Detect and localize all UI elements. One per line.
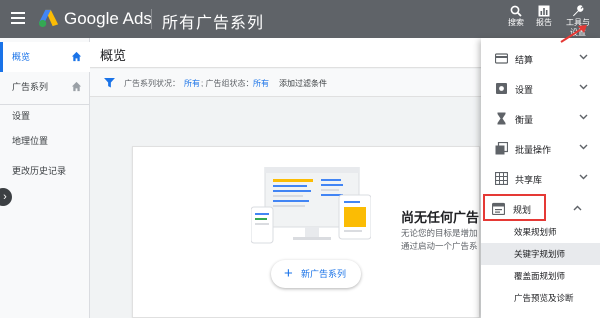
- menu-item-label: 衡量: [515, 115, 534, 125]
- chevron-down-icon: [579, 114, 588, 120]
- nav-item-label: 更改历史记录: [12, 166, 67, 176]
- chevron-down-icon: [579, 84, 588, 90]
- settings-icon: [496, 83, 507, 94]
- nav-item-campaigns[interactable]: 广告系列: [0, 72, 90, 102]
- menu-item-label: 共享库: [515, 175, 543, 185]
- menu-item-planning[interactable]: 规划: [483, 194, 546, 221]
- chevron-down-icon: [579, 174, 588, 180]
- filter-icon[interactable]: [104, 78, 115, 88]
- submenu-ad-preview-diagnosis[interactable]: 广告预览及诊断: [481, 287, 600, 309]
- nav-item-label: 地理位置: [12, 136, 49, 146]
- account-campaign-title: 所有广告系列: [162, 15, 265, 32]
- bar-chart-icon: [538, 5, 550, 17]
- search-icon: [510, 5, 522, 17]
- add-filter-link[interactable]: 添加过滤条件: [279, 78, 327, 89]
- menu-item-label: 规划: [513, 205, 532, 215]
- chevron-down-icon: [579, 54, 588, 60]
- hamburger-menu-icon[interactable]: [11, 12, 25, 24]
- empty-state-title: 尚无任何广告系: [401, 210, 480, 225]
- menu-item-label: 设置: [515, 85, 534, 95]
- wrench-icon: [573, 5, 584, 17]
- copy-icon: [495, 142, 508, 155]
- menu-item-billing[interactable]: 结算: [481, 44, 600, 73]
- submenu-keyword-planner[interactable]: 关键字规划师: [481, 243, 600, 265]
- menu-item-label: 批量操作: [515, 145, 552, 155]
- adgroup-status-value[interactable]: 所有: [253, 78, 269, 89]
- menu-item-label: 结算: [515, 55, 534, 65]
- home-icon: [71, 81, 82, 92]
- chevron-right-icon: ›: [3, 191, 7, 203]
- left-navigation: 概览 广告系列 设置 地理位置 更改历史记录: [0, 38, 90, 318]
- home-icon: [71, 51, 82, 62]
- page-title: 概览: [100, 48, 127, 63]
- empty-state-card: 尚无任何广告系 无论您的目标是增加 通过启动一个广告系 + 新广告系列: [132, 146, 480, 318]
- menu-item-shared-library[interactable]: 共享库: [481, 164, 600, 193]
- empty-state-description: 无论您的目标是增加 通过启动一个广告系: [401, 227, 478, 253]
- devices-illustration: [251, 167, 371, 244]
- description-line: 通过启动一个广告系: [401, 241, 478, 251]
- menu-item-measurement[interactable]: 衡量: [481, 104, 600, 133]
- campaign-status-value[interactable]: 所有: [184, 78, 200, 89]
- chevron-up-icon[interactable]: [573, 205, 582, 211]
- red-arrow-annotation: [560, 25, 587, 43]
- nav-item-label: 概览: [12, 52, 31, 62]
- nav-item-locations[interactable]: 地理位置: [0, 126, 90, 156]
- new-campaign-label: 新广告系列: [301, 269, 347, 279]
- reports-button[interactable]: 报告: [527, 5, 561, 35]
- top-app-bar: Google Ads 所有广告系列 搜索 报告 工具与 设置: [0, 0, 600, 38]
- nav-item-label: 广告系列: [12, 82, 49, 92]
- plus-icon: +: [284, 265, 293, 282]
- nav-item-change-history[interactable]: 更改历史记录: [0, 156, 90, 186]
- calendar-icon: [492, 202, 505, 215]
- brand-name[interactable]: Google Ads: [64, 9, 152, 29]
- menu-item-setup[interactable]: 设置: [481, 74, 600, 103]
- nav-item-label: 设置: [12, 111, 31, 121]
- description-line: 无论您的目标是增加: [401, 228, 478, 238]
- google-ads-logo: [39, 9, 59, 28]
- hourglass-icon: [497, 112, 506, 125]
- submenu-performance-planner[interactable]: 效果规划师: [481, 221, 600, 243]
- credit-card-icon: [495, 53, 508, 64]
- nav-item-overview[interactable]: 概览: [0, 42, 90, 72]
- campaign-status-label: 广告系列状况：: [124, 79, 180, 88]
- new-campaign-button[interactable]: + 新广告系列: [271, 260, 361, 288]
- submenu-reach-planner[interactable]: 覆盖面规划师: [481, 265, 600, 287]
- adgroup-status-label: ; 广告组状态：: [201, 79, 254, 88]
- grid-icon: [495, 172, 508, 185]
- reports-label: 报告: [536, 18, 552, 27]
- header-divider: [151, 9, 152, 29]
- chevron-down-icon: [579, 144, 588, 150]
- menu-item-bulk-actions[interactable]: 批量操作: [481, 134, 600, 163]
